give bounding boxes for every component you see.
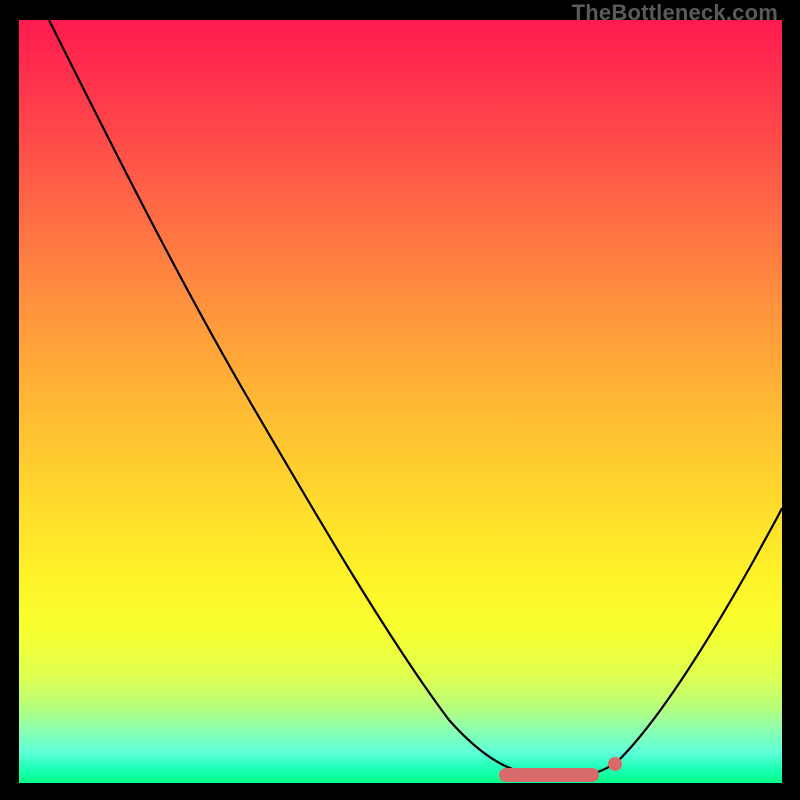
- marker-dot: [608, 757, 622, 771]
- bottleneck-curve-svg: [19, 20, 782, 783]
- chart-plot-area: [19, 20, 782, 783]
- bottleneck-curve: [49, 20, 782, 777]
- watermark-text: TheBottleneck.com: [572, 0, 778, 26]
- optimal-range-pill: [499, 768, 599, 782]
